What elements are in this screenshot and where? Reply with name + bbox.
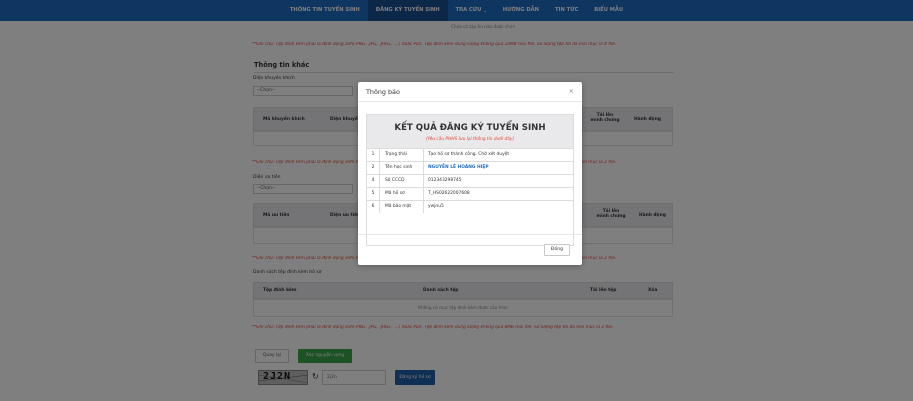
- result-subtitle: (Yêu cầu PHHS lưu lại thông tin dưới đây…: [425, 137, 515, 142]
- notification-modal: Thông báo × KẾT QUẢ ĐĂNG KÝ TUYỂN SINH (…: [358, 82, 582, 265]
- row-number: 5: [367, 188, 380, 200]
- result-row: 1 Trạng thái Tạo hồ sơ thành công. Chờ x…: [367, 149, 573, 162]
- modal-title: Thông báo: [366, 88, 400, 96]
- result-row: 4 Số CCCD 012343298745: [367, 175, 573, 188]
- result-row: 6 Mã bảo mật ywjnu5: [367, 201, 573, 214]
- row-value: ywjnu5: [423, 201, 573, 213]
- modal-footer-divider: [358, 234, 582, 235]
- row-label: Trạng thái: [385, 152, 407, 157]
- row-number: 6: [367, 201, 380, 213]
- result-row: 5 Mã hồ sơ T_HS02622007608: [367, 188, 573, 201]
- row-label: Mã hồ sơ: [385, 191, 405, 196]
- row-value: Tạo hồ sơ thành công. Chờ xét duyệt: [423, 149, 573, 161]
- result-table: KẾT QUẢ ĐĂNG KÝ TUYỂN SINH (Yêu cầu PHHS…: [366, 114, 574, 246]
- row-number: 4: [367, 175, 380, 187]
- close-button[interactable]: Đóng: [544, 244, 570, 256]
- row-label: Tên học sinh: [385, 165, 413, 170]
- row-label: Số CCCD: [385, 178, 405, 183]
- row-value-student-name: NGUYỄN LÊ HOÀNG HIỆP: [423, 162, 573, 174]
- row-value: 012343298745: [423, 175, 573, 187]
- modal-header: Thông báo ×: [358, 82, 582, 102]
- result-row: 2 Tên học sinh NGUYỄN LÊ HOÀNG HIỆP: [367, 162, 573, 175]
- row-number: 1: [367, 149, 380, 161]
- result-title: KẾT QUẢ ĐĂNG KÝ TUYỂN SINH: [394, 123, 546, 133]
- row-number: 2: [367, 162, 380, 174]
- row-label: Mã bảo mật: [385, 204, 412, 209]
- row-value: T_HS02622007608: [423, 188, 573, 200]
- close-icon[interactable]: ×: [569, 87, 574, 95]
- result-header: KẾT QUẢ ĐĂNG KÝ TUYỂN SINH (Yêu cầu PHHS…: [367, 115, 573, 149]
